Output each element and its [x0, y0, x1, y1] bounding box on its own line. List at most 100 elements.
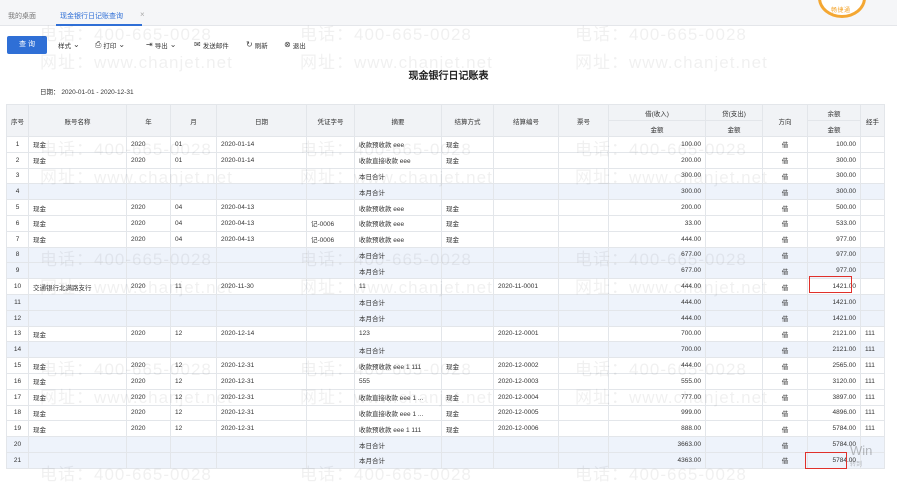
row-debit: 33.00 — [608, 214, 706, 232]
row-summary: 本日合计 — [354, 341, 442, 359]
row-month — [170, 341, 217, 359]
print-dropdown[interactable]: ⎙ 打印 ⌄ — [95, 40, 125, 51]
row-ticket — [558, 388, 609, 406]
table-row[interactable]: 7 现金 2020 04 2020-04-13 记-0006 收款预收款 eee 现金 444.… — [6, 230, 885, 248]
row-method — [441, 183, 494, 201]
table-row[interactable]: 1 现金 2020 01 2020-01-14 收款预收款 eee 现金 100.00 借 100… — [6, 136, 885, 153]
row-handler — [860, 246, 885, 264]
table-row[interactable]: 2 现金 2020 01 2020-01-14 收款直接收款 eee 现金 200.00 借 30… — [6, 151, 885, 169]
col-header-date[interactable]: 日期 — [216, 104, 307, 137]
table-row[interactable]: 10 交通银行北满路支行 2020 11 2020-11-30 11 2020-11-000… — [6, 278, 885, 295]
highlight-box-row-21-balance — [805, 452, 847, 469]
row-balance: 4896.00 — [807, 404, 861, 422]
row-balance: 1421.00 — [807, 293, 861, 311]
row-direction: 借 — [762, 325, 808, 343]
col-header-no[interactable]: 序号 — [6, 104, 29, 137]
row-account — [28, 436, 127, 453]
col-header-credit[interactable]: 贷(支出) — [705, 104, 763, 121]
row-direction: 借 — [762, 388, 808, 406]
row-debit: 777.00 — [608, 388, 706, 406]
tab-my-desktop[interactable]: 我的桌面 — [8, 11, 36, 21]
table-row[interactable]: 4 本月合计 300.00 借 300.00 — [6, 183, 885, 201]
row-summary: 收款直接收款 eee — [354, 151, 442, 169]
row-settle-no — [493, 199, 559, 216]
row-ticket — [558, 309, 609, 327]
table-row[interactable]: 8 本日合计 677.00 借 977.00 — [6, 246, 885, 264]
table-row[interactable]: 16 现金 2020 12 2020-12-31 555 2020-12-0003 555.0… — [6, 372, 885, 390]
table-row[interactable]: 6 现金 2020 04 2020-04-13 记-0006 收款预收款 eee 现金 33.0… — [6, 214, 885, 232]
table-row[interactable]: 18 现金 2020 12 2020-12-31 收款直接收款 eee 1 ... 现金 20… — [6, 404, 885, 422]
row-year — [126, 262, 171, 280]
table-row[interactable]: 13 现金 2020 12 2020-12-14 123 2020-12-0001 700.0… — [6, 325, 885, 343]
row-voucher — [306, 357, 355, 374]
row-debit: 677.00 — [608, 246, 706, 264]
row-settle-no: 2020-12-0004 — [493, 388, 559, 406]
send-email-button[interactable]: ✉ 发送邮件 — [194, 40, 229, 51]
row-account: 现金 — [28, 325, 127, 343]
row-no: 5 — [6, 199, 29, 216]
row-ticket — [558, 183, 609, 201]
windows-activation-sub: 转到 — [850, 462, 863, 468]
row-voucher[interactable]: 记-0006 — [306, 214, 355, 232]
col-header-year[interactable]: 年 — [126, 104, 171, 137]
refresh-icon: ↻ — [246, 40, 253, 49]
table-row[interactable]: 20 本日合计 3663.00 借 5784.00 — [6, 436, 885, 453]
row-date: 2020-12-14 — [216, 325, 307, 343]
row-ticket — [558, 404, 609, 422]
table-header-row: 序号 账号名称 年 月 日期 凭证字号 摘要 结算方式 结算编号 票号 借(收入… — [6, 104, 885, 137]
row-summary: 123 — [354, 325, 442, 343]
col-header-voucher[interactable]: 凭证字号 — [306, 104, 355, 137]
table-row[interactable]: 21 本月合计 4363.00 借 5784.00 — [6, 451, 885, 469]
export-dropdown[interactable]: ⇥ 导出 ⌄ — [146, 40, 176, 51]
row-date: 2020-12-31 — [216, 372, 307, 390]
row-no: 9 — [6, 262, 29, 280]
row-voucher — [306, 293, 355, 311]
col-header-method[interactable]: 结算方式 — [441, 104, 494, 137]
table-row[interactable]: 3 本日合计 300.00 借 300.00 — [6, 167, 885, 185]
table-row[interactable]: 15 现金 2020 12 2020-12-31 收款预收款 eee 1 111 现金 202… — [6, 357, 885, 374]
row-voucher — [306, 199, 355, 216]
row-debit: 700.00 — [608, 341, 706, 359]
row-summary: 本日合计 — [354, 293, 442, 311]
row-settle-no — [493, 436, 559, 453]
col-header-summary[interactable]: 摘要 — [354, 104, 442, 137]
row-credit — [705, 183, 763, 201]
col-header-settle-no[interactable]: 结算编号 — [493, 104, 559, 137]
row-summary: 收款预收款 eee 1 111 — [354, 420, 442, 438]
col-header-account[interactable]: 账号名称 — [28, 104, 127, 137]
style-dropdown[interactable]: 样式 ⌄ — [58, 40, 80, 51]
row-debit: 100.00 — [608, 136, 706, 153]
col-header-direction[interactable]: 方向 — [762, 104, 808, 137]
row-direction: 借 — [762, 199, 808, 216]
col-header-ticket[interactable]: 票号 — [558, 104, 609, 137]
row-date: 2020-01-14 — [216, 136, 307, 153]
table-row[interactable]: 14 本日合计 700.00 借 2121.00 111 — [6, 341, 885, 359]
col-header-debit[interactable]: 借(收入) — [608, 104, 706, 121]
row-method: 现金 — [441, 214, 494, 232]
row-voucher — [306, 262, 355, 280]
row-direction: 借 — [762, 183, 808, 201]
tab-cash-bank-journal-query[interactable]: 现金银行日记账查询 — [60, 11, 123, 21]
refresh-button[interactable]: ↻ 刷新 — [246, 40, 268, 51]
table-row[interactable]: 19 现金 2020 12 2020-12-31 收款预收款 eee 1 111 现金 202… — [6, 420, 885, 438]
row-date — [216, 167, 307, 185]
table-row[interactable]: 12 本月合计 444.00 借 1421.00 — [6, 309, 885, 327]
row-voucher[interactable]: 记-0006 — [306, 230, 355, 248]
close-icon[interactable]: × — [140, 10, 145, 19]
row-no: 8 — [6, 246, 29, 264]
col-header-balance[interactable]: 余额 — [807, 104, 861, 121]
row-month — [170, 309, 217, 327]
row-credit — [705, 451, 763, 469]
row-handler — [860, 136, 885, 153]
row-no: 16 — [6, 372, 29, 390]
table-row[interactable]: 11 本日合计 444.00 借 1421.00 — [6, 293, 885, 311]
col-header-handler[interactable]: 经手 — [860, 104, 885, 137]
table-row[interactable]: 9 本月合计 677.00 借 977.00 — [6, 262, 885, 280]
query-button[interactable]: 查 询 — [7, 36, 47, 54]
col-header-month[interactable]: 月 — [170, 104, 217, 137]
exit-button[interactable]: ⊗ 退出 — [284, 40, 306, 51]
table-row[interactable]: 17 现金 2020 12 2020-12-31 收款直接收款 eee 1 ... 现金 20… — [6, 388, 885, 406]
row-credit — [705, 230, 763, 248]
email-icon: ✉ — [194, 40, 201, 49]
table-row[interactable]: 5 现金 2020 04 2020-04-13 收款预收款 eee 现金 200.00 借 500… — [6, 199, 885, 216]
